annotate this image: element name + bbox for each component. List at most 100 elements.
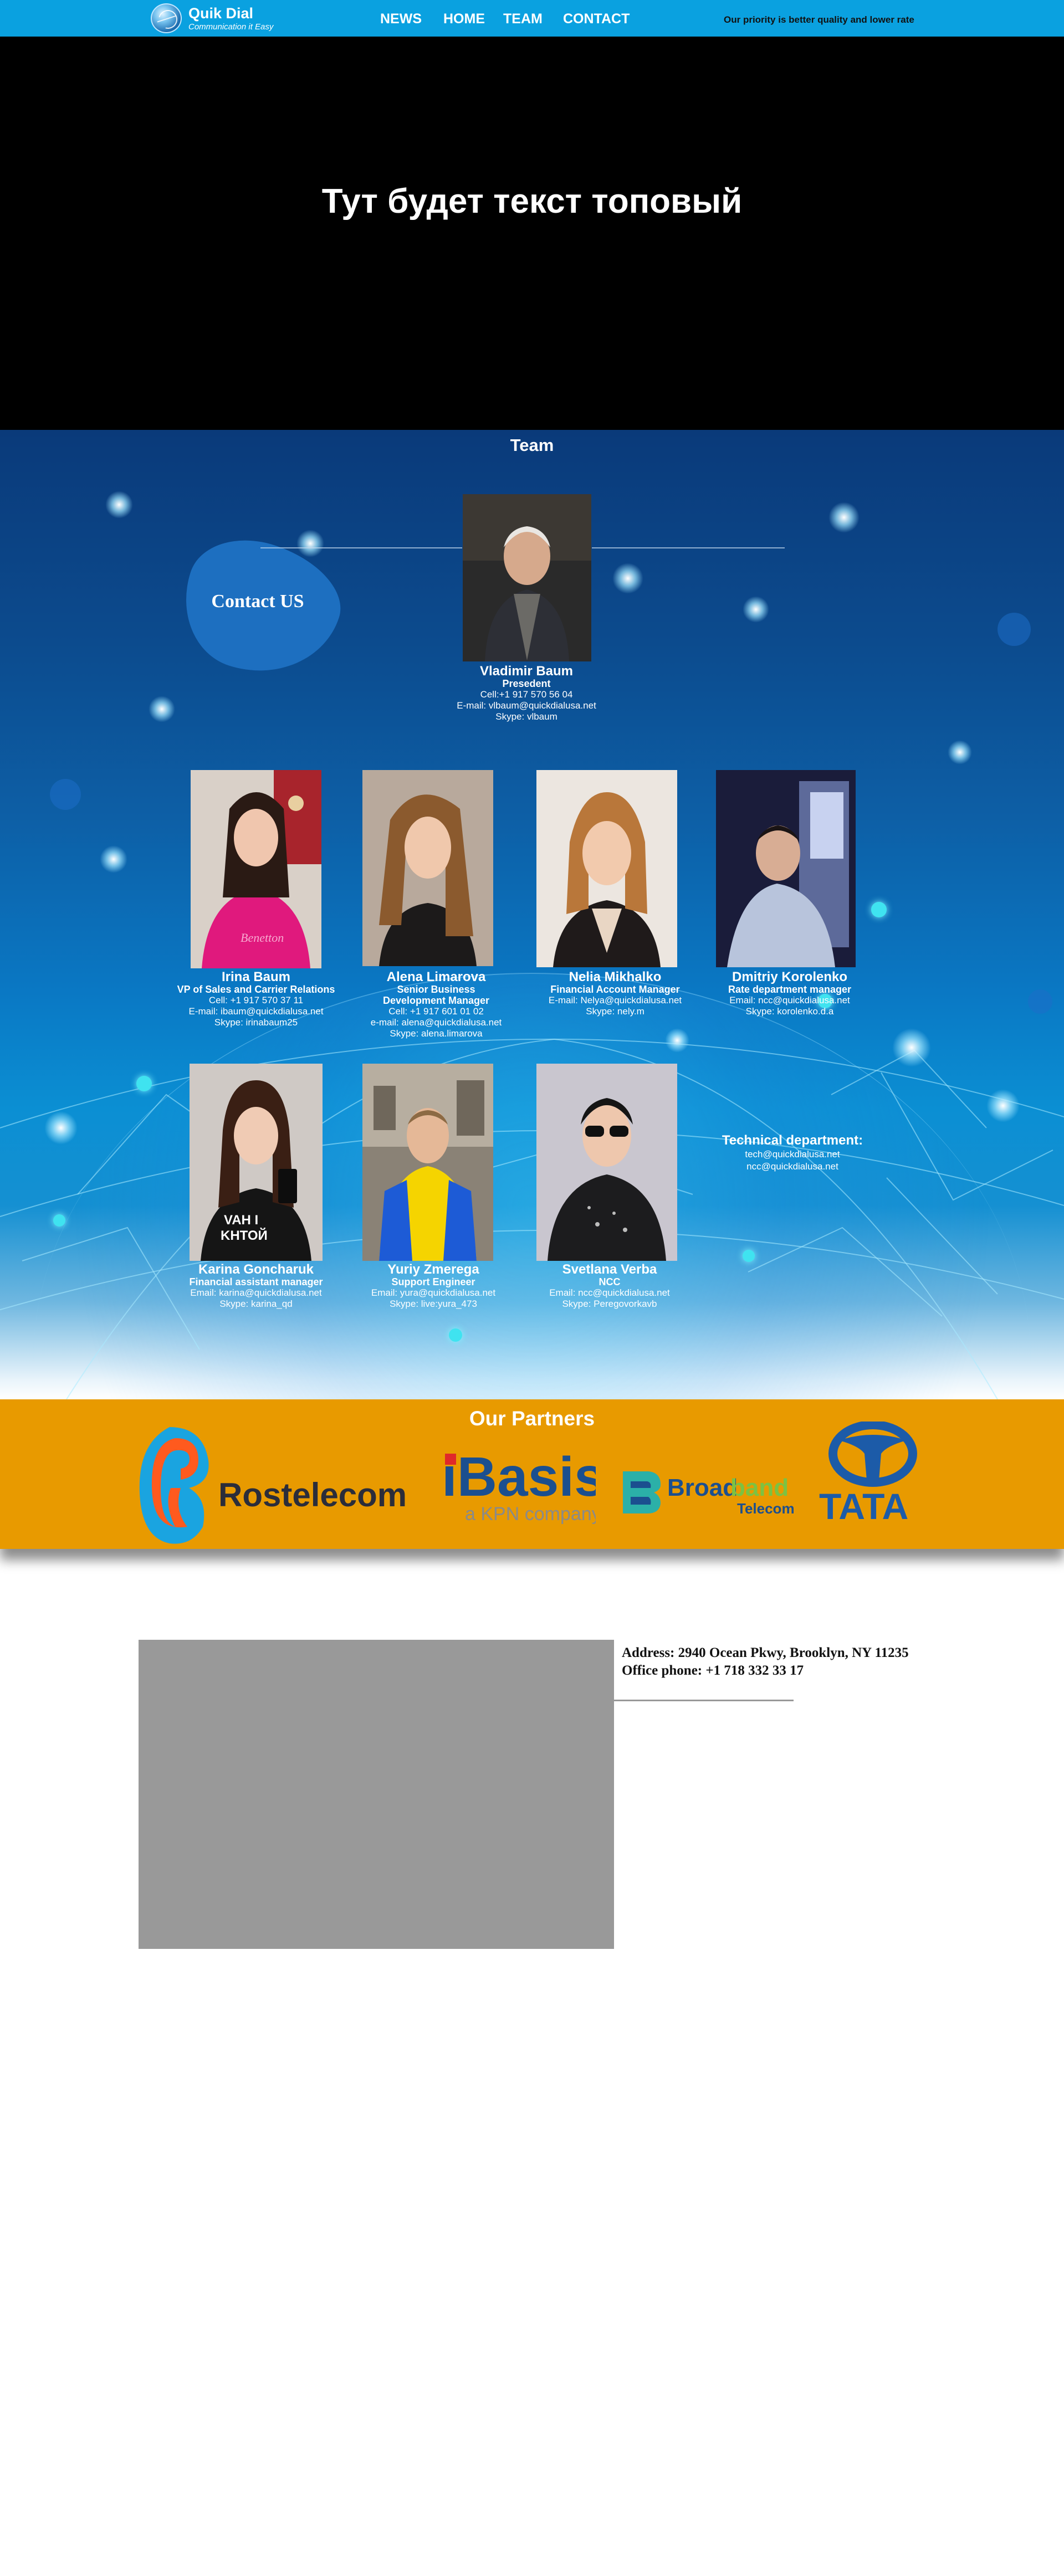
light-sparkle (828, 502, 860, 533)
person-card-karina-goncharuk: Karina Goncharuk Financial assistant man… (167, 1263, 345, 1310)
light-sparkle (100, 845, 127, 873)
contact-us-label[interactable]: Contact US (183, 591, 332, 613)
nav-link-home[interactable]: HOME (443, 11, 485, 27)
light-sparkle (892, 1028, 931, 1067)
bubble-decoration (50, 779, 81, 810)
cyan-dot (743, 1250, 755, 1262)
light-sparkle (612, 563, 643, 594)
partners-section: Our Partners Rostelecom iBasis a KPN com… (0, 1399, 1064, 1549)
broadband-subtitle: Telecom (737, 1500, 795, 1517)
person-email[interactable]: Email: ncc@quickdialusa.net (524, 1287, 695, 1299)
brand-name[interactable]: Quik Dial (188, 6, 253, 21)
hero-banner: Тут будет текст топовый (0, 37, 1064, 430)
photo-svetlana-verba (536, 1064, 677, 1261)
person-name: Svetlana Verba (562, 1262, 657, 1277)
person-role: Rate department manager (728, 984, 852, 995)
ibasis-wordmark: iBasis (442, 1446, 596, 1508)
light-sparkle (743, 596, 769, 623)
cyan-dot (53, 1214, 65, 1227)
person-name: Nelia Mikhalko (569, 969, 662, 984)
person-skype: Skype: karina_qd (219, 1299, 293, 1309)
person-card-vladimir-baum: Vladimir Baum Presedent Cell:+1 917 570 … (427, 665, 626, 722)
person-card-alena-limarova: Alena Limarova Senior Business Developme… (350, 971, 522, 1039)
person-name: Irina Baum (221, 969, 291, 984)
globe-logo-icon[interactable] (151, 3, 182, 33)
person-email[interactable]: E-mail: vlbaum@quickdialusa.net (427, 700, 626, 711)
light-sparkle (44, 1111, 78, 1145)
rostelecom-wordmark: Rostelecom (218, 1476, 407, 1513)
person-name: Alena Limarova (386, 969, 486, 984)
nav-link-contact[interactable]: CONTACT (563, 11, 630, 27)
cyan-dot (449, 1328, 462, 1342)
light-sparkle (986, 1089, 1020, 1122)
person-card-svetlana-verba: Svetlana Verba NCC Email: ncc@quickdialu… (524, 1263, 695, 1310)
nav-link-news[interactable]: NEWS (380, 11, 422, 27)
team-title: Team (510, 435, 554, 455)
photo-nelia-mikhalko (536, 770, 677, 967)
nav-link-team[interactable]: TEAM (503, 11, 543, 27)
shirt-text-line-1: VAH I (224, 1213, 258, 1228)
light-sparkle (149, 696, 175, 722)
person-role: Support Engineer (391, 1276, 475, 1287)
person-name: Dmitriy Korolenko (732, 969, 848, 984)
person-name: Yuriy Zmerega (387, 1262, 479, 1277)
broadband-wordmark-part-2: band (730, 1474, 789, 1501)
tech-email[interactable]: ncc@quickdialusa.net (709, 1161, 876, 1172)
person-role: Financial Account Manager (550, 984, 680, 995)
hero-title: Тут будет текст топовый (321, 182, 743, 220)
tata-logo[interactable]: TATA (815, 1422, 931, 1527)
light-sparkle (665, 1028, 689, 1053)
divider-line (260, 547, 462, 548)
priority-slogan: Our priority is better quality and lower… (724, 14, 914, 25)
person-card-irina-baum: Irina Baum VP of Sales and Carrier Relat… (167, 971, 345, 1028)
person-role: Presedent (502, 678, 551, 689)
cyan-dot (871, 902, 887, 917)
divider-line (592, 547, 785, 548)
tech-department-title: Technical department: (722, 1133, 863, 1148)
person-card-nelia-mikhalko: Nelia Mikhalko Financial Account Manager… (529, 971, 701, 1017)
person-role: VP of Sales and Carrier Relations (177, 984, 335, 995)
person-skype: Skype: irinabaum25 (214, 1017, 298, 1028)
person-role: Senior Business (397, 984, 475, 995)
light-sparkle (105, 491, 133, 519)
photo-yuriy-zmerega (362, 1064, 493, 1261)
contact-phone[interactable]: Office phone: +1 718 332 33 17 (622, 1662, 909, 1680)
person-skype: Skype: nely.m (586, 1006, 644, 1017)
person-skype: Skype: korolenko.d.a (745, 1006, 834, 1017)
person-email[interactable]: Email: yura@quickdialusa.net (350, 1287, 516, 1299)
person-email[interactable]: Email: ncc@quickdialusa.net (707, 995, 873, 1006)
bubble-decoration (1028, 989, 1052, 1014)
broadband-wordmark-part-1: Broad (667, 1474, 738, 1501)
shirt-text-line-2: KHTOЙ (221, 1228, 268, 1243)
light-sparkle (296, 530, 324, 557)
photo-dmitriy-korolenko (716, 770, 856, 967)
team-section: Team Contact US Vladimir Baum Presedent … (0, 430, 1064, 1399)
photo-vladimir-baum (463, 494, 591, 661)
person-phone: Cell: +1 917 601 01 02 (388, 1006, 484, 1017)
person-phone: Cell: +1 917 570 37 11 (208, 995, 304, 1005)
person-email[interactable]: Email: karina@quickdialusa.net (167, 1287, 345, 1299)
person-skype: Skype: Peregovorkavb (562, 1299, 657, 1309)
broadband-telecom-logo[interactable]: Broad band Telecom (621, 1465, 798, 1520)
person-role-continued: Development Manager (382, 995, 490, 1006)
tech-email[interactable]: tech@quickdialusa.net (709, 1149, 876, 1160)
person-card-yuriy-zmerega: Yuriy Zmerega Support Engineer Email: yu… (350, 1263, 516, 1310)
person-email[interactable]: E-mail: ibaum@quickdialusa.net (167, 1006, 345, 1017)
photo-alena-limarova (362, 770, 493, 966)
person-role: Financial assistant manager (189, 1276, 323, 1287)
ibasis-subtitle: a KPN company (465, 1503, 596, 1525)
person-skype: Skype: vlbaum (495, 711, 557, 722)
contact-address: Address: 2940 Ocean Pkwy, Brooklyn, NY 1… (622, 1645, 909, 1660)
tata-wordmark: TATA (819, 1486, 908, 1527)
person-email[interactable]: E-mail: Nelya@quickdialusa.net (529, 995, 701, 1006)
rostelecom-logo[interactable]: Rostelecom (136, 1422, 408, 1549)
ibasis-logo[interactable]: iBasis a KPN company (441, 1446, 596, 1529)
person-name: Vladimir Baum (479, 664, 574, 679)
person-skype: Skype: live:yura_473 (390, 1299, 477, 1309)
person-card-dmitriy-korolenko: Dmitriy Korolenko Rate department manage… (707, 971, 873, 1017)
person-skype: Skype: alena.limarova (390, 1028, 483, 1039)
map-placeholder[interactable] (139, 1640, 614, 1949)
person-role: NCC (598, 1276, 621, 1287)
person-phone: Cell:+1 917 570 56 04 (480, 689, 573, 700)
person-email[interactable]: e-mail: alena@quickdialusa.net (350, 1017, 522, 1028)
